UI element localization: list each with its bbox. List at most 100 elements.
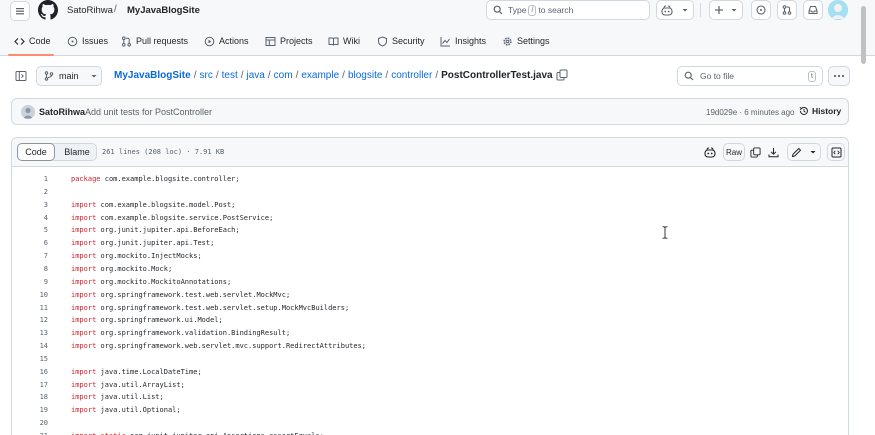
copy-raw-button[interactable]: [747, 143, 763, 161]
path-root-link[interactable]: MyJavaBlogSite: [114, 70, 191, 81]
path-separator: /: [295, 70, 299, 81]
issues-button[interactable]: [751, 0, 771, 20]
copilot-button[interactable]: [656, 0, 694, 20]
line-number[interactable]: 19: [12, 404, 48, 417]
code-line[interactable]: 19 import java.util.Optional;: [12, 404, 848, 417]
tab-settings[interactable]: Settings: [502, 33, 550, 49]
path-segment-link[interactable]: controller: [391, 70, 432, 81]
line-number[interactable]: 20: [12, 417, 48, 430]
more-options-button[interactable]: [828, 66, 850, 86]
line-number[interactable]: 15: [12, 353, 48, 366]
line-number[interactable]: 7: [12, 250, 48, 263]
code-line[interactable]: 20: [12, 417, 848, 430]
tab-insights[interactable]: Insights: [440, 33, 486, 49]
code-line[interactable]: 5 import org.junit.jupiter.api.BeforeEach…: [12, 224, 848, 237]
line-number[interactable]: 2: [12, 186, 48, 199]
tab-issues[interactable]: Issues: [67, 33, 108, 49]
code-line[interactable]: 17 import java.util.ArrayList;: [12, 379, 848, 392]
pencil-icon: [791, 147, 802, 157]
code-line[interactable]: 7 import org.mockito.InjectMocks;: [12, 250, 848, 263]
code-line[interactable]: 9 import org.mockito.MockitoAnnotations;: [12, 276, 848, 289]
menu-button[interactable]: [10, 1, 30, 21]
github-logo-icon[interactable]: [38, 0, 58, 20]
history-icon: [799, 106, 808, 115]
code-line[interactable]: 6 import org.junit.jupiter.api.Test;: [12, 237, 848, 250]
code-line[interactable]: 13 import org.springframework.validation.…: [12, 327, 848, 340]
branch-selector[interactable]: main: [36, 66, 102, 86]
commit-hash-time[interactable]: 19d029e · 6 minutes ago: [706, 108, 795, 117]
code-line[interactable]: 4 import com.example.blogsite.service.Pos…: [12, 212, 848, 225]
tab-wiki[interactable]: Wiki: [328, 33, 360, 49]
line-number[interactable]: 6: [12, 237, 48, 250]
code-line[interactable]: 1 package com.example.blogsite.controller…: [12, 173, 848, 186]
inbox-button[interactable]: [803, 0, 823, 20]
path-segment-link[interactable]: java: [247, 70, 265, 81]
file-tree-toggle-button[interactable]: [12, 67, 30, 85]
create-new-button[interactable]: [709, 0, 743, 20]
commit-author-link[interactable]: SatoRihwa: [39, 107, 85, 117]
copilot-ask-button[interactable]: [701, 143, 719, 161]
code-line[interactable]: 8 import org.mockito.Mock;: [12, 263, 848, 276]
line-number[interactable]: 18: [12, 391, 48, 404]
code-line[interactable]: 21 import static org.junit.jupiter.api.As…: [12, 430, 848, 435]
line-number[interactable]: 12: [12, 314, 48, 327]
line-number[interactable]: 10: [12, 289, 48, 302]
copy-path-icon[interactable]: [556, 69, 568, 81]
download-button[interactable]: [765, 143, 781, 161]
code-token: org.mockito.InjectMocks;: [96, 252, 202, 261]
repo-link[interactable]: MyJavaBlogSite: [127, 5, 200, 16]
line-number[interactable]: 5: [12, 224, 48, 237]
line-number[interactable]: 3: [12, 199, 48, 212]
code-line[interactable]: 11 import org.springframework.test.web.se…: [12, 302, 848, 315]
path-separator: /: [385, 70, 389, 81]
symbols-panel-button[interactable]: [827, 143, 845, 161]
path-segment-link[interactable]: com: [274, 70, 293, 81]
path-segment-link[interactable]: test: [222, 70, 238, 81]
code-token: com.example.blogsite.model.Post;: [96, 200, 236, 209]
code-line[interactable]: 10 import org.springframework.test.web.se…: [12, 289, 848, 302]
pull-requests-button[interactable]: [777, 0, 797, 20]
history-button[interactable]: History: [799, 106, 841, 116]
commit-author-avatar[interactable]: [21, 105, 35, 119]
issue-icon: [756, 5, 766, 15]
line-number[interactable]: 14: [12, 340, 48, 353]
line-number[interactable]: 13: [12, 327, 48, 340]
tab-code[interactable]: Code: [14, 33, 51, 49]
tab-actions[interactable]: Actions: [204, 33, 249, 49]
user-avatar[interactable]: [828, 0, 848, 20]
commit-message-link[interactable]: Add unit tests for PostController: [85, 107, 212, 117]
search-input[interactable]: Type / to search: [486, 0, 650, 20]
owner-link[interactable]: SatoRihwa: [67, 5, 113, 16]
path-segment-link[interactable]: src: [199, 70, 212, 81]
code-line[interactable]: 12 import org.springframework.ui.Model;: [12, 314, 848, 327]
blame-view-button[interactable]: Blame: [56, 144, 98, 160]
line-number[interactable]: 4: [12, 212, 48, 225]
code-line[interactable]: 2: [12, 186, 848, 199]
line-number[interactable]: 17: [12, 379, 48, 392]
path-segment-link[interactable]: example: [301, 70, 339, 81]
raw-button[interactable]: Raw: [723, 143, 745, 161]
tab-pull-requests[interactable]: Pull requests: [121, 33, 188, 49]
line-number[interactable]: 9: [12, 276, 48, 289]
tab-projects[interactable]: Projects: [265, 33, 313, 49]
pull-request-icon: [782, 5, 792, 15]
tab-security[interactable]: Security: [377, 33, 425, 49]
line-number[interactable]: 1: [12, 173, 48, 186]
code-text: import org.mockito.MockitoAnnotations;: [71, 276, 231, 289]
line-number[interactable]: 21: [12, 430, 48, 435]
code-view-button[interactable]: Code: [17, 143, 55, 161]
table-icon: [265, 36, 276, 46]
line-number[interactable]: 11: [12, 302, 48, 315]
go-to-file-input[interactable]: Go to file t: [677, 66, 823, 86]
code-line[interactable]: 14 import org.springframework.web.servlet…: [12, 340, 848, 353]
code-line[interactable]: 18 import java.util.List;: [12, 391, 848, 404]
code-line[interactable]: 3 import com.example.blogsite.model.Post;: [12, 199, 848, 212]
line-number[interactable]: 8: [12, 263, 48, 276]
line-number[interactable]: 16: [12, 366, 48, 379]
path-segment-link[interactable]: blogsite: [348, 70, 382, 81]
code-line[interactable]: 16 import java.time.LocalDateTime;: [12, 366, 848, 379]
kebab-horizontal-icon: [833, 74, 845, 78]
edit-file-button[interactable]: [787, 143, 821, 161]
page-scrollbar[interactable]: [861, 6, 866, 64]
code-line[interactable]: 15: [12, 353, 848, 366]
